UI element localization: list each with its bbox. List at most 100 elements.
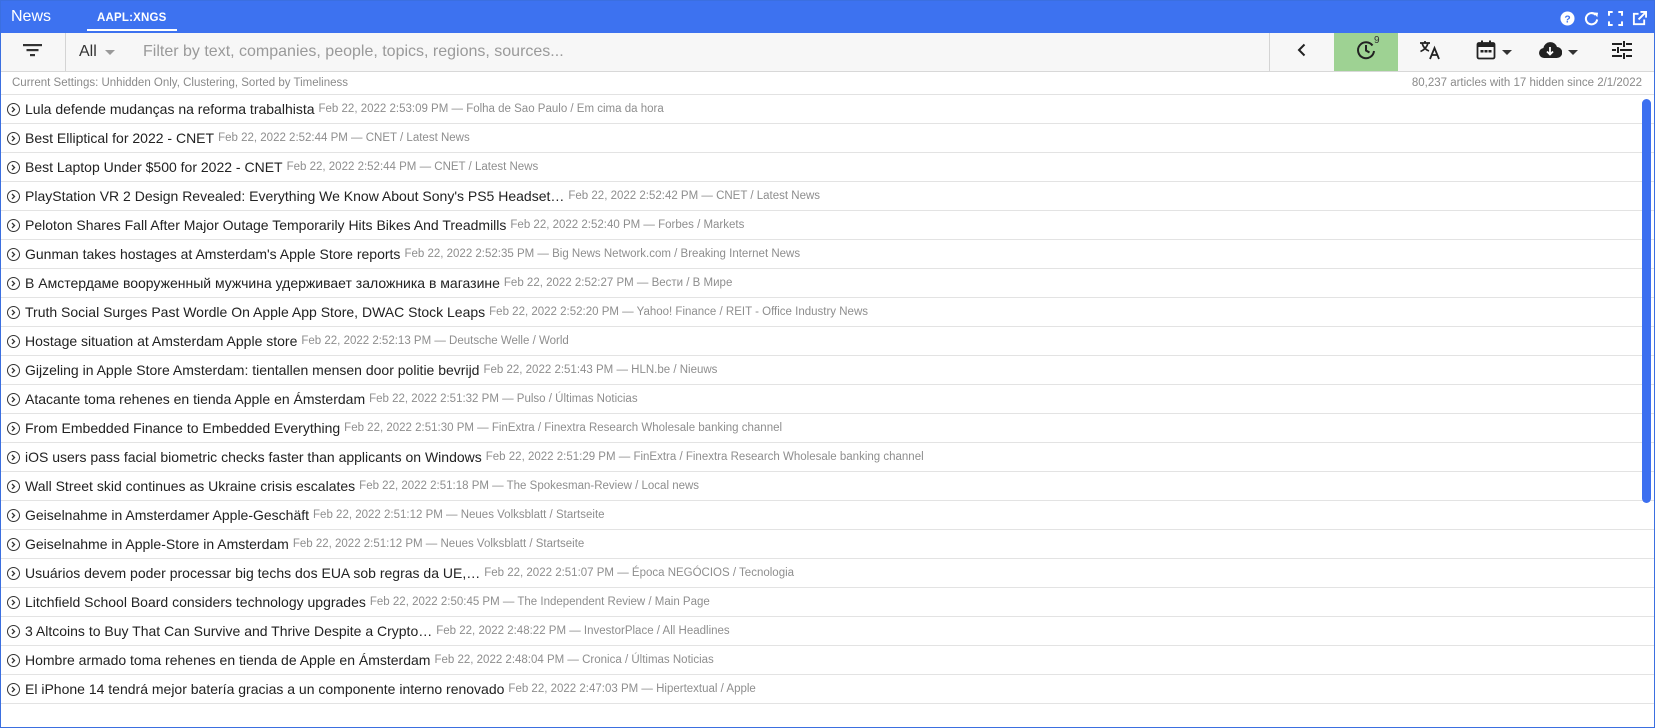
expand-icon[interactable] (7, 305, 20, 319)
article-row[interactable]: Geiselnahme in Apple-Store in Amsterdam … (1, 530, 1654, 559)
expand-icon[interactable] (7, 595, 20, 609)
article-headline[interactable]: El iPhone 14 tendrá mejor batería gracia… (25, 681, 504, 697)
article-meta: Feb 22, 2022 2:52:42 PM — CNET / Latest … (568, 190, 821, 202)
article-headline[interactable]: PlayStation VR 2 Design Revealed: Everyt… (25, 188, 564, 204)
filter-menu-button[interactable] (1, 33, 66, 71)
chevron-down-icon (1568, 49, 1578, 55)
chevron-down-icon (104, 49, 115, 55)
article-row[interactable]: 3 Altcoins to Buy That Can Survive and T… (1, 617, 1654, 646)
article-headline[interactable]: Best Elliptical for 2022 - CNET (25, 130, 214, 146)
app-title: News (11, 8, 52, 25)
back-button[interactable] (1269, 33, 1334, 71)
article-headline[interactable]: Geiselnahme in Amsterdamer Apple-Geschäf… (25, 507, 309, 523)
article-row[interactable]: PlayStation VR 2 Design Revealed: Everyt… (1, 182, 1654, 211)
article-meta: Feb 22, 2022 2:50:45 PM — The Independen… (369, 596, 710, 608)
expand-icon[interactable] (7, 218, 20, 232)
article-row[interactable]: В Амстердаме вооруженный мужчина удержив… (1, 269, 1654, 298)
expand-icon[interactable] (7, 160, 20, 174)
article-headline[interactable]: Best Laptop Under $500 for 2022 - CNET (25, 159, 283, 175)
expand-icon[interactable] (7, 479, 20, 493)
article-row[interactable]: Hombre armado toma rehenes en tienda de … (1, 646, 1654, 675)
article-headline[interactable]: From Embedded Finance to Embedded Everyt… (25, 420, 340, 436)
article-row[interactable]: Peloton Shares Fall After Major Outage T… (1, 211, 1654, 240)
article-row[interactable]: Gunman takes hostages at Amsterdam's App… (1, 240, 1654, 269)
article-meta: Feb 22, 2022 2:51:18 PM — The Spokesman-… (359, 480, 700, 492)
expand-icon[interactable] (7, 682, 20, 696)
article-row[interactable]: Litchfield School Board considers techno… (1, 588, 1654, 617)
article-row[interactable]: Best Elliptical for 2022 - CNET Feb 22, … (1, 124, 1654, 153)
refresh-icon[interactable] (1582, 9, 1600, 27)
article-headline[interactable]: Hombre armado toma rehenes en tienda de … (25, 652, 430, 668)
fullscreen-icon[interactable] (1606, 9, 1624, 27)
article-headline[interactable]: Lula defende mudanças na reforma trabalh… (25, 101, 315, 117)
translate-button[interactable] (1398, 33, 1462, 71)
article-headline[interactable]: В Амстердаме вооруженный мужчина удержив… (25, 275, 500, 291)
expand-icon[interactable] (7, 653, 20, 667)
article-meta: Feb 22, 2022 2:48:04 PM — Cronica / Últi… (434, 654, 714, 666)
chevron-left-icon (1296, 43, 1308, 62)
article-row[interactable]: iOS users pass facial biometric checks f… (1, 443, 1654, 472)
article-row[interactable]: From Embedded Finance to Embedded Everyt… (1, 414, 1654, 443)
article-headline[interactable]: Truth Social Surges Past Wordle On Apple… (25, 304, 485, 320)
expand-icon[interactable] (7, 334, 20, 348)
article-row[interactable]: Hostage situation at Amsterdam Apple sto… (1, 327, 1654, 356)
current-settings-text: Current Settings: Unhidden Only, Cluster… (12, 77, 348, 89)
article-headline[interactable]: Usuários devem poder processar big techs… (25, 565, 480, 581)
expand-icon[interactable] (7, 566, 20, 580)
cloud-download-icon (1538, 41, 1563, 64)
expand-icon[interactable] (7, 131, 20, 145)
article-headline[interactable]: iOS users pass facial biometric checks f… (25, 449, 482, 465)
article-headline[interactable]: Gijzeling in Apple Store Amsterdam: tien… (25, 362, 479, 378)
download-dropdown[interactable] (1526, 33, 1590, 71)
article-headline[interactable]: 3 Altcoins to Buy That Can Survive and T… (25, 623, 432, 639)
help-icon[interactable]: ? (1558, 9, 1576, 27)
toolbar-actions: 9 (1269, 33, 1654, 71)
article-headline[interactable]: Litchfield School Board considers techno… (25, 594, 366, 610)
expand-icon[interactable] (7, 189, 20, 203)
expand-icon[interactable] (7, 624, 20, 638)
filter-list-icon (23, 43, 43, 62)
article-headline[interactable]: Hostage situation at Amsterdam Apple sto… (25, 333, 297, 349)
search-input[interactable] (129, 32, 1269, 72)
live-updates-button[interactable]: 9 (1334, 33, 1398, 71)
article-meta: Feb 22, 2022 2:47:03 PM — Hipertextual /… (508, 683, 756, 695)
expand-icon[interactable] (7, 392, 20, 406)
calendar-icon (1476, 40, 1496, 65)
article-meta: Feb 22, 2022 2:52:35 PM — Big News Netwo… (404, 248, 801, 260)
article-row[interactable]: Lula defende mudanças na reforma trabalh… (1, 95, 1654, 124)
article-meta: Feb 22, 2022 2:48:22 PM — InvestorPlace … (436, 625, 730, 637)
article-headline[interactable]: Gunman takes hostages at Amsterdam's App… (25, 246, 400, 262)
article-meta: Feb 22, 2022 2:52:44 PM — CNET / Latest … (286, 161, 539, 173)
expand-icon[interactable] (7, 363, 20, 377)
article-row[interactable]: Atacante toma rehenes en tienda Apple en… (1, 385, 1654, 414)
scrollbar-thumb[interactable] (1642, 99, 1651, 503)
date-range-dropdown[interactable] (1462, 33, 1526, 71)
article-row[interactable]: Wall Street skid continues as Ukraine cr… (1, 472, 1654, 501)
expand-icon[interactable] (7, 247, 20, 261)
settings-sliders-button[interactable] (1590, 33, 1654, 71)
ticker-tab[interactable]: AAPL:XNGS (85, 4, 179, 31)
expand-icon[interactable] (7, 508, 20, 522)
article-meta: Feb 22, 2022 2:52:20 PM — Yahoo! Finance… (489, 306, 868, 318)
expand-icon[interactable] (7, 421, 20, 435)
article-row[interactable]: Gijzeling in Apple Store Amsterdam: tien… (1, 356, 1654, 385)
article-headline[interactable]: Peloton Shares Fall After Major Outage T… (25, 217, 506, 233)
scope-dropdown[interactable]: All (66, 33, 129, 71)
status-bar: Current Settings: Unhidden Only, Cluster… (1, 72, 1654, 95)
window-controls: ? (1558, 9, 1648, 27)
expand-icon[interactable] (7, 537, 20, 551)
article-row[interactable]: Truth Social Surges Past Wordle On Apple… (1, 298, 1654, 327)
article-headline[interactable]: Geiselnahme in Apple-Store in Amsterdam (25, 536, 289, 552)
article-count-text: 80,237 articles with 17 hidden since 2/1… (1411, 77, 1642, 89)
expand-icon[interactable] (7, 276, 20, 290)
article-row[interactable]: Best Laptop Under $500 for 2022 - CNET F… (1, 153, 1654, 182)
article-row[interactable]: El iPhone 14 tendrá mejor batería gracia… (1, 675, 1654, 704)
article-meta: Feb 22, 2022 2:52:44 PM — CNET / Latest … (218, 132, 470, 144)
article-row[interactable]: Geiselnahme in Amsterdamer Apple-Geschäf… (1, 501, 1654, 530)
expand-icon[interactable] (7, 450, 20, 464)
popout-icon[interactable] (1630, 9, 1648, 27)
article-row[interactable]: Usuários devem poder processar big techs… (1, 559, 1654, 588)
expand-icon[interactable] (7, 102, 20, 116)
article-headline[interactable]: Atacante toma rehenes en tienda Apple en… (25, 391, 365, 407)
article-headline[interactable]: Wall Street skid continues as Ukraine cr… (25, 478, 355, 494)
